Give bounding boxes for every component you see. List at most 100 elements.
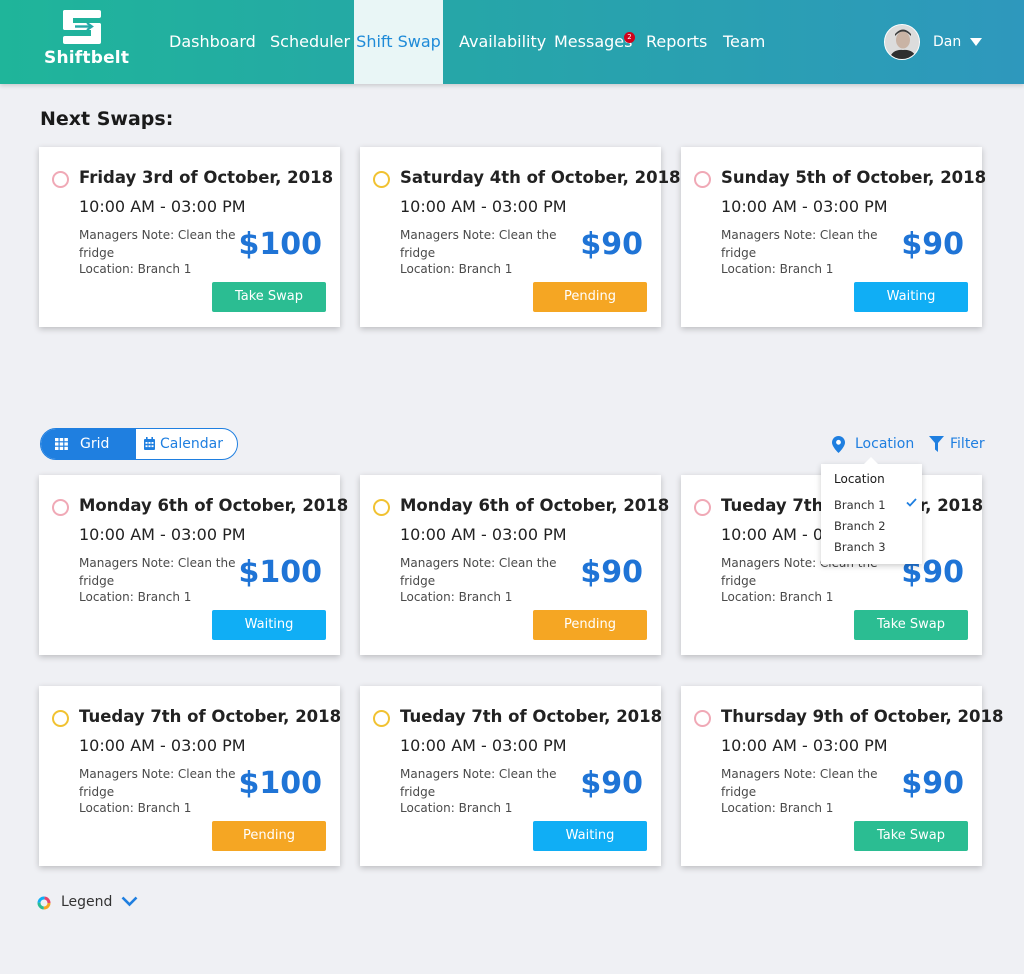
filter-icon [929,436,944,452]
nav-shift-swap[interactable]: Shift Swap [354,0,443,84]
grid-icon [55,438,68,450]
shift-date: Tueday 7th of October, 2018 [79,707,342,726]
shift-location: Location: Branch 1 [400,801,513,815]
shift-location: Location: Branch 1 [721,590,834,604]
status-ring-icon [52,171,69,188]
shift-location: Location: Branch 1 [400,590,513,604]
location-dropdown: Location Branch 1 Branch 2 Branch 3 [821,457,922,564]
swap-action-button[interactable]: Take Swap [854,821,968,851]
location-pin-icon [832,436,845,453]
nav-scheduler[interactable]: Scheduler [270,0,350,84]
shift-price: $100 [238,555,323,590]
logo-icon [63,10,101,44]
shift-location: Location: Branch 1 [79,590,192,604]
managers-note: Managers Note: Clean the fridge [721,228,878,260]
managers-note: Managers Note: Clean the fridge [79,767,236,799]
location-option-branch-2[interactable]: Branch 2 [834,519,886,533]
nav-dashboard[interactable]: Dashboard [169,0,256,84]
chevron-down-icon[interactable] [970,38,982,46]
shift-location: Location: Branch 1 [79,262,192,276]
shift-time: 10:00 AM - 03:00 PM [79,197,246,216]
status-ring-icon [373,171,390,188]
location-filter-label: Location [855,436,915,452]
shift-date: Monday 6th of October, 2018 [400,496,670,515]
nav-reports[interactable]: Reports [646,0,707,84]
dropdown-title: Location [834,472,885,486]
nav-team[interactable]: Team [723,0,765,84]
status-ring-icon [52,710,69,727]
next-swap-card: Sunday 5th of October, 2018 10:00 AM - 03… [681,147,986,327]
swap-action-button[interactable]: Take Swap [854,610,968,640]
swap-card: Monday 6th of October, 2018 10:00 AM - 03… [360,475,669,655]
shift-location: Location: Branch 1 [721,801,834,815]
messages-badge: 2 [624,32,635,43]
swap-action-button[interactable]: Pending [533,282,647,312]
shift-time: 10:00 AM - 03:00 PM [79,525,246,544]
shift-date: Tueday 7th of October, 2018 [400,707,663,726]
shift-date: Thursday 9th of October, 2018 [721,707,1004,726]
swap-card: Monday 6th of October, 2018 10:00 AM - 03… [39,475,348,655]
top-bar: Shiftbelt Dashboard Scheduler Shift Swap… [0,0,1024,84]
grid-view-button[interactable]: Grid [41,429,136,459]
shift-location: Location: Branch 1 [721,262,834,276]
managers-note: Managers Note: Clean the fridge [400,228,557,260]
swap-action-button[interactable]: Waiting [854,282,968,312]
next-swap-card: Friday 3rd of October, 2018 10:00 AM - 03… [39,147,340,327]
calendar-view-label: Calendar [160,436,223,452]
swap-card: Thursday 9th of October, 2018 10:00 AM - … [681,686,1003,866]
legend-label: Legend [61,894,113,910]
logo-text: Shiftbelt [44,48,130,68]
shift-time: 10:00 AM - 03:00 PM [79,736,246,755]
shift-date: Friday 3rd of October, 2018 [79,168,334,187]
status-ring-icon [373,710,390,727]
page-title: Next Swaps: [40,108,174,130]
managers-note: Managers Note: Clean the fridge [721,767,878,799]
status-ring-icon [694,499,711,516]
shift-location: Location: Branch 1 [400,262,513,276]
shift-location: Location: Branch 1 [79,801,192,815]
checkmark-icon [906,498,917,507]
status-ring-icon [373,499,390,516]
shift-price: $90 [901,227,964,262]
swap-action-button[interactable]: Pending [533,610,647,640]
shift-price: $90 [580,227,643,262]
calendar-view-button[interactable]: Calendar [136,429,237,459]
managers-note: Managers Note: Clean the fridge [400,767,557,799]
shift-date: Sunday 5th of October, 2018 [721,168,987,187]
view-toggle: Grid Calendar [40,428,238,460]
shift-price: $90 [580,766,643,801]
status-ring-icon [52,499,69,516]
filter-label: Filter [950,436,985,452]
nav-availability[interactable]: Availability [459,0,546,84]
shift-price: $100 [238,766,323,801]
legend-color-wheel-icon [37,896,51,910]
next-swap-card: Saturday 4th of October, 2018 10:00 AM - … [360,147,681,327]
shift-price: $90 [901,766,964,801]
location-option-branch-3[interactable]: Branch 3 [834,540,886,554]
status-ring-icon [694,710,711,727]
shift-time: 10:00 AM - 03:00 PM [400,525,567,544]
swap-action-button[interactable]: Waiting [212,610,326,640]
shift-price: $90 [580,555,643,590]
grid-view-label: Grid [80,436,110,452]
swap-card: Tueday 7th of October, 2018 10:00 AM - 03… [360,686,663,866]
shift-date: Saturday 4th of October, 2018 [400,168,681,187]
logo[interactable]: Shiftbelt [44,8,130,74]
swap-action-button[interactable]: Pending [212,821,326,851]
avatar-icon [885,25,919,59]
location-option-branch-1[interactable]: Branch 1 [834,498,886,512]
swap-action-button[interactable]: Take Swap [212,282,326,312]
managers-note: Managers Note: Clean the fridge [79,228,236,260]
nav-messages[interactable]: Messages [554,0,632,84]
calendar-icon [144,437,155,450]
shift-time: 10:00 AM - 03:00 PM [400,736,567,755]
shift-time: 10:00 AM - 03:00 PM [721,197,888,216]
shift-time: 10:00 AM - 03:00 PM [400,197,567,216]
managers-note: Managers Note: Clean the fridge [400,556,557,588]
status-ring-icon [694,171,711,188]
user-name: Dan [933,34,962,50]
shift-time: 10:00 AM - 03:00 PM [721,736,888,755]
swap-card: Tueday 7th of October, 2018 10:00 AM - 03… [39,686,342,866]
avatar[interactable] [884,24,920,60]
swap-action-button[interactable]: Waiting [533,821,647,851]
